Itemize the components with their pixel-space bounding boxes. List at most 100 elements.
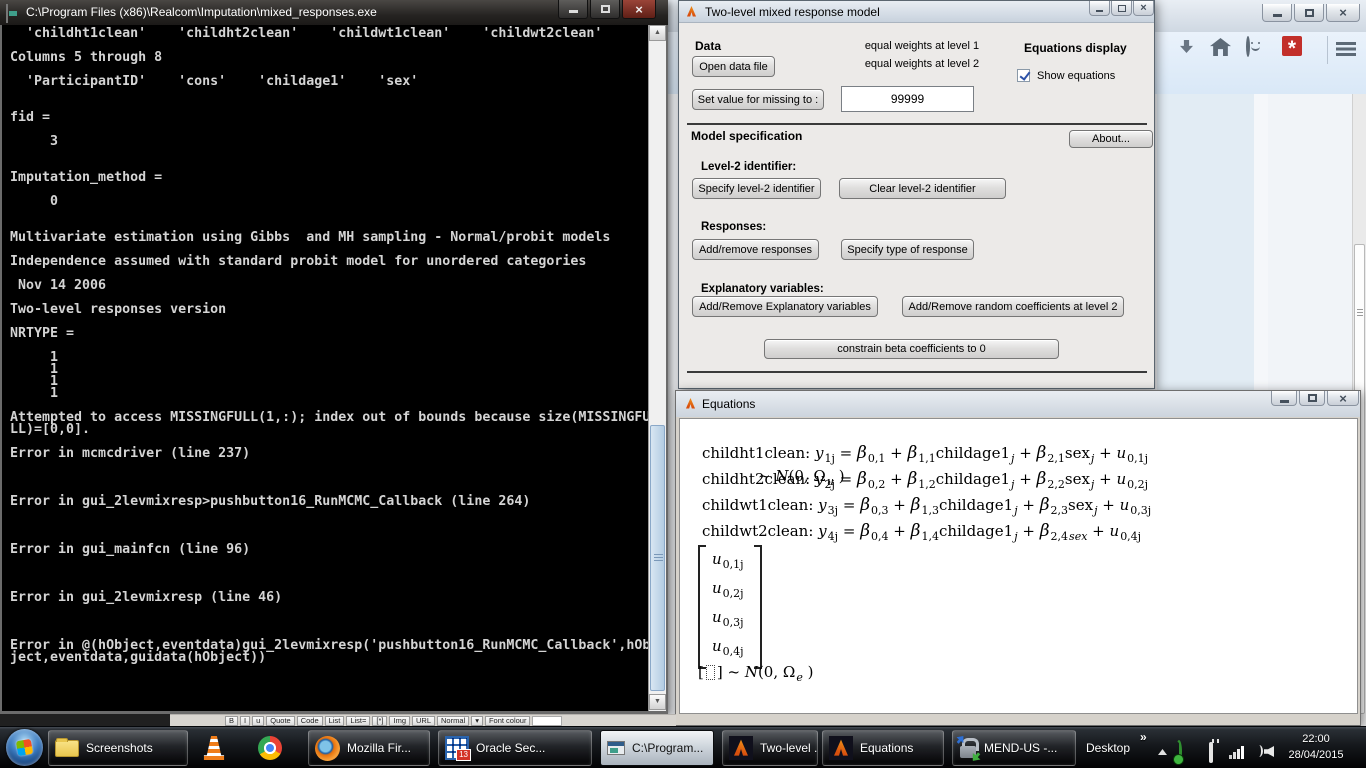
add-explanatory-button[interactable]: Add/Remove Explanatory variables [692, 296, 878, 317]
maximize-icon [1308, 394, 1317, 402]
close-button[interactable]: × [1133, 1, 1154, 16]
taskbar-button[interactable] [196, 730, 244, 766]
taskbar-button-label: MEND-US -... [984, 741, 1057, 755]
dialog-titlebar[interactable]: Two-level mixed response model × [679, 1, 1154, 23]
taskbar-button-two-level[interactable]: Two-level ... [722, 730, 818, 766]
minimize-button[interactable] [1089, 1, 1110, 16]
network-signal-icon[interactable] [1229, 746, 1246, 759]
chat-smiley-icon[interactable] [1246, 36, 1250, 57]
taskbar-button-label: Two-level ... [760, 741, 818, 755]
power-plug-icon[interactable] [1209, 742, 1213, 763]
show-equations-checkbox[interactable] [1017, 69, 1030, 82]
editor-field[interactable] [532, 716, 562, 726]
equation-line: childht1clean: y1j = β0,1 + β1,1childage… [702, 443, 1151, 469]
sync-status-icon[interactable] [1176, 740, 1182, 763]
equation-token: 0,1j [723, 558, 744, 571]
explanatory-variables-label: Explanatory variables: [701, 283, 824, 295]
taskbar-button-oracle-sec[interactable]: 13Oracle Sec... [438, 730, 592, 766]
taskbar-button[interactable] [252, 730, 300, 766]
equation-token: β [860, 495, 870, 515]
add-random-coefficients-button[interactable]: Add/Remove random coefficients at level … [902, 296, 1124, 317]
downloads-icon[interactable] [1180, 40, 1193, 53]
editor-button[interactable]: List= [346, 716, 370, 726]
maximize-button[interactable] [1111, 1, 1132, 16]
taskbar-clock[interactable]: 22:00 28/04/2015 [1283, 731, 1349, 763]
clear-level2-button[interactable]: Clear level-2 identifier [839, 178, 1006, 199]
editor-button[interactable]: Code [297, 716, 323, 726]
maximize-button[interactable] [1299, 391, 1325, 406]
equation-token: 0,1 [868, 452, 886, 465]
taskbar-button-mozilla-fir[interactable]: Mozilla Fir... [308, 730, 430, 766]
equation-line: childwt2clean: y4j = β0,4 + β1,4childage… [702, 521, 1151, 547]
equation-token: u [827, 475, 834, 488]
taskbar-button-c-program[interactable]: C:\Program... [600, 730, 714, 766]
editor-button[interactable]: ▾ [471, 716, 483, 726]
close-button[interactable]: × [1326, 4, 1360, 22]
equation-token: 0,4 [871, 530, 889, 543]
taskbar: Screenshots Mozilla Fir...13Oracle Sec...… [0, 726, 1366, 768]
equations-canvas: childht1clean: y1j = β0,1 + β1,1childage… [679, 418, 1358, 714]
menu-icon[interactable] [1336, 42, 1356, 56]
start-button[interactable] [6, 729, 43, 766]
maximize-button[interactable] [590, 0, 620, 19]
editor-button[interactable]: List [325, 716, 345, 726]
upload-arrow-icon [954, 733, 967, 746]
editor-button[interactable]: I [240, 716, 250, 726]
minimize-button[interactable] [1271, 391, 1297, 406]
minimize-button[interactable] [1262, 4, 1292, 22]
editor-button[interactable]: URL [412, 716, 435, 726]
add-remove-responses-button[interactable]: Add/remove responses [692, 239, 819, 260]
home-icon[interactable] [1210, 38, 1231, 56]
lastpass-icon[interactable] [1282, 36, 1302, 56]
scroll-up-button[interactable]: ▲ [649, 25, 666, 41]
equations-titlebar[interactable]: Equations × [676, 391, 1360, 417]
console-title: C:\Program Files (x86)\Realcom\Imputatio… [26, 5, 377, 19]
editor-button[interactable]: Img [389, 716, 410, 726]
scroll-down-button[interactable]: ▼ [649, 694, 666, 710]
editor-button[interactable]: [*] [372, 716, 387, 726]
missing-value-field[interactable] [841, 86, 974, 112]
taskbar-button-label: C:\Program... [632, 741, 703, 755]
minimize-icon [1096, 10, 1103, 12]
taskbar-button-mend-us[interactable]: MEND-US -... [952, 730, 1076, 766]
console-titlebar[interactable]: C:\Program Files (x86)\Realcom\Imputatio… [0, 0, 668, 25]
desktop-toolbar-chevron[interactable]: » [1140, 730, 1147, 744]
taskbar-button-equations[interactable]: Equations [822, 730, 944, 766]
specify-response-type-button[interactable]: Specify type of response [841, 239, 974, 260]
about-button[interactable]: About... [1069, 130, 1153, 148]
editor-button[interactable]: B [225, 716, 238, 726]
hidden-icons-arrow[interactable] [1158, 749, 1167, 755]
taskbar-button-screenshots[interactable]: Screenshots [48, 730, 188, 766]
equation-token: childht1clean: [702, 444, 815, 462]
set-missing-value-button[interactable]: Set value for missing to : [692, 89, 824, 110]
close-button[interactable]: × [622, 0, 656, 19]
minimize-button[interactable] [558, 0, 588, 19]
weights-line2: equal weights at level 2 [857, 55, 987, 73]
close-button[interactable]: × [1327, 391, 1359, 406]
scrollbar-thumb[interactable] [650, 425, 665, 691]
editor-button[interactable]: Font colour [485, 716, 531, 726]
equation-token: 1j [824, 452, 834, 465]
equation-token: 0,2j [1127, 478, 1148, 491]
maximize-button[interactable] [1294, 4, 1324, 22]
equation-token: 2,4 [1051, 530, 1069, 543]
console-scrollbar[interactable]: ▲ ▼ [648, 25, 666, 711]
equation-token: 1,2 [918, 478, 936, 491]
equation-line [702, 547, 1151, 573]
editor-button[interactable]: Quote [266, 716, 294, 726]
specify-level2-button[interactable]: Specify level-2 identifier [692, 178, 821, 199]
responses-label: Responses: [701, 221, 766, 233]
equation-token: u [712, 550, 722, 568]
vlc-icon [202, 736, 226, 760]
open-data-file-button[interactable]: Open data file [692, 56, 775, 77]
equation-token: u [1116, 470, 1126, 488]
desktop-toolbar-label[interactable]: Desktop [1086, 741, 1130, 755]
equation-token: β [857, 469, 867, 489]
equation-token: 0,3 [871, 504, 889, 517]
editor-button[interactable]: Normal [437, 716, 469, 726]
editor-button[interactable]: u [252, 716, 264, 726]
constrain-beta-button[interactable]: constrain beta coefficients to 0 [764, 339, 1059, 359]
equation-token: β [860, 521, 870, 541]
equation-token: + [1098, 496, 1120, 514]
maximize-icon [1305, 9, 1314, 17]
